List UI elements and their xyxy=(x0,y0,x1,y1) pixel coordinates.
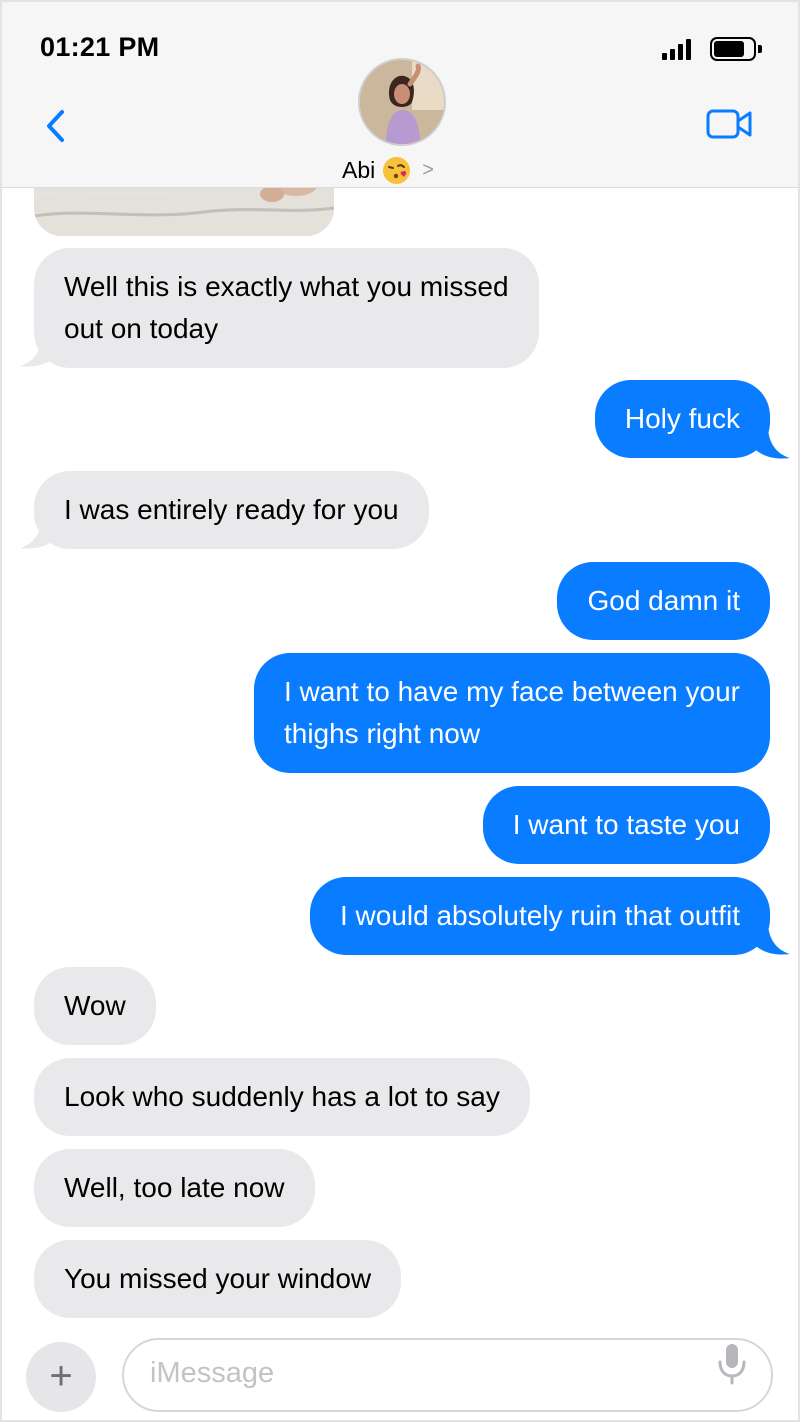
message-text: I would absolutely ruin that outfit xyxy=(339,900,740,931)
microphone-icon xyxy=(718,1344,746,1385)
cellular-signal-icon xyxy=(662,38,692,60)
message-bubble-incoming[interactable]: You missed your window xyxy=(34,1240,402,1318)
message-text: Wow xyxy=(64,990,126,1021)
message-bubble-outgoing[interactable]: God damn it xyxy=(557,562,770,640)
plus-icon: + xyxy=(49,1354,73,1398)
battery-icon xyxy=(710,37,762,61)
message-bubble-incoming[interactable]: Well, too late now xyxy=(34,1149,315,1227)
video-camera-icon xyxy=(706,109,752,139)
message-bubble-incoming[interactable]: Well this is exactly what you missed out… xyxy=(34,248,539,368)
chevron-left-icon xyxy=(47,110,64,142)
apps-plus-button[interactable]: + xyxy=(26,1342,96,1412)
imessage-input[interactable]: iMessage xyxy=(122,1338,773,1412)
avatar-photo xyxy=(360,60,444,144)
messages-screen: 01:21 PM Abi > Well this is exactly what… xyxy=(0,0,800,1422)
facetime-video-button[interactable] xyxy=(705,106,755,142)
message-text: You missed your window xyxy=(64,1263,372,1294)
contact-chevron: > xyxy=(422,158,434,181)
bubble-tail-outgoing xyxy=(752,922,790,955)
message-text: I was entirely ready for you xyxy=(64,494,399,525)
conversation-header: 01:21 PM Abi > xyxy=(2,2,798,188)
message-thread[interactable]: Well this is exactly what you missed out… xyxy=(2,168,798,1328)
message-bubble-outgoing[interactable]: I want to have my face between your thig… xyxy=(253,653,770,773)
message-bubble-outgoing[interactable]: I want to taste you xyxy=(482,786,770,864)
message-bubble-outgoing[interactable]: I would absolutely ruin that outfit xyxy=(309,877,770,955)
message-bubble-outgoing[interactable]: Holy fuck xyxy=(594,380,770,458)
bubble-tail-incoming xyxy=(20,516,58,549)
bubble-tail-incoming xyxy=(20,334,58,367)
message-text: God damn it xyxy=(587,585,740,616)
bubble-tail-outgoing xyxy=(752,426,790,459)
message-text: I want to taste you xyxy=(512,809,740,840)
message-bubble-incoming[interactable]: I was entirely ready for you xyxy=(34,471,429,549)
dictation-button[interactable] xyxy=(717,1342,747,1386)
input-placeholder: iMessage xyxy=(150,1357,275,1389)
face-blowing-kiss-icon xyxy=(383,156,411,184)
message-composer: + iMessage xyxy=(2,1328,798,1420)
message-bubble-incoming[interactable]: Look who suddenly has a lot to say xyxy=(34,1058,530,1136)
message-text: Holy fuck xyxy=(624,403,740,434)
message-text: Well this is exactly what you missed out… xyxy=(64,271,509,344)
message-text: Look who suddenly has a lot to say xyxy=(64,1081,500,1112)
contact-avatar[interactable] xyxy=(358,58,446,146)
message-bubble-incoming[interactable]: Wow xyxy=(34,967,156,1045)
status-time: 01:21 PM xyxy=(40,32,160,62)
message-text: Well, too late now xyxy=(64,1172,285,1203)
back-button[interactable] xyxy=(42,106,72,146)
contact-name: Abi xyxy=(342,156,376,183)
contact-name-button[interactable]: Abi > xyxy=(342,154,434,186)
message-text: I want to have my face between your thig… xyxy=(283,676,740,749)
